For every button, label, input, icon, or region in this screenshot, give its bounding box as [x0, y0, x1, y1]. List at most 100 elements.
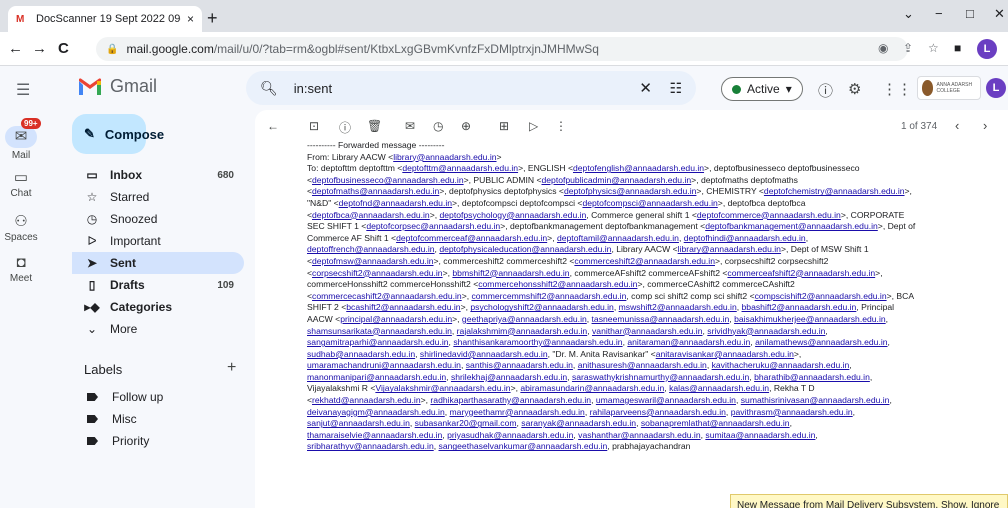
browser-profile-avatar[interactable]: L: [977, 39, 997, 59]
nav-item-categories[interactable]: ▸◆ Categories: [72, 296, 244, 318]
email-link[interactable]: anilamathews@annaadarsh.edu.in: [755, 337, 887, 347]
email-link[interactable]: deptofmaths@annaadarsh.edu.in: [312, 186, 439, 196]
more-options-icon[interactable]: ⋮: [555, 119, 567, 133]
email-link[interactable]: thamaraiselvie@annaadarsh.edu.in: [307, 430, 442, 440]
email-link[interactable]: mswshift2@annaadarsh.edu.in: [619, 302, 737, 312]
new-tab-button[interactable]: +: [207, 8, 218, 29]
back-arrow-icon[interactable]: ←: [8, 40, 23, 57]
email-link[interactable]: deptoffrench@annaadarsh.edu.in: [307, 244, 435, 254]
mark-unread-icon[interactable]: ✉: [405, 119, 415, 133]
email-link[interactable]: santhis@annaadarsh.edu.in: [466, 360, 573, 370]
label-item[interactable]: Follow up: [72, 386, 244, 408]
main-menu-icon[interactable]: ☰: [16, 80, 30, 100]
view-icon[interactable]: ◉: [878, 41, 888, 55]
email-link[interactable]: deptofnd@annaadarsh.edu.in: [339, 198, 452, 208]
forward-arrow-icon[interactable]: →: [32, 40, 47, 57]
browser-tab[interactable]: M DocScanner 19 Sept 2022 09-53 ×: [8, 6, 202, 32]
email-link[interactable]: anitaraman@annaadarsh.edu.in: [627, 337, 750, 347]
rail-item-spaces[interactable]: ⚇ Spaces: [0, 212, 42, 243]
email-link[interactable]: corpsecshift2@annaadarsh.edu.in: [312, 268, 443, 278]
newer-chevron-icon[interactable]: ‹: [955, 118, 959, 133]
back-to-list-icon[interactable]: ←: [267, 119, 279, 133]
email-link[interactable]: deptofpsychology@annaadarsh.edu.in: [440, 210, 587, 220]
search-bar[interactable]: 🔍︎ in:sent ✕ ☷: [246, 71, 696, 105]
search-icon[interactable]: 🔍︎: [260, 80, 278, 97]
email-link[interactable]: deptofbca@annaadarsh.edu.in: [312, 210, 430, 220]
email-link[interactable]: shanthisankaramoorthy@annaadarsh.edu.in: [453, 337, 622, 347]
older-chevron-icon[interactable]: ›: [983, 118, 987, 133]
email-link[interactable]: sumitaa@annaadarsh.edu.in: [705, 430, 815, 440]
apps-grid-icon[interactable]: ⋮⋮: [882, 80, 912, 98]
email-link[interactable]: radhikaparthasarathy@annaadarsh.edu.in: [430, 395, 591, 405]
email-link[interactable]: saranyak@annaadarsh.edu.in: [521, 418, 636, 428]
rail-item-mail[interactable]: ✉ 99+ Mail: [0, 118, 42, 161]
organization-badge[interactable]: ANNA ADARSH COLLEGE: [917, 76, 981, 100]
email-link[interactable]: marygeethamr@annaadarsh.edu.in: [450, 407, 585, 417]
email-link[interactable]: anithasuresh@annaadarsh.edu.in: [578, 360, 707, 370]
notification-toast[interactable]: New Message from Mail Delivery Subsystem…: [730, 494, 1008, 508]
email-link[interactable]: commerceshift2@annaadarsh.edu.in: [574, 256, 715, 266]
email-link[interactable]: deptofphysics@annaadarsh.edu.in: [564, 186, 696, 196]
email-link[interactable]: sribharathyv@annaadarsh.edu.in: [307, 441, 434, 451]
delete-icon[interactable]: 🗑︎: [367, 119, 382, 133]
email-link[interactable]: deptofcommerce@annaadarsh.edu.in: [697, 210, 841, 220]
email-link[interactable]: deptofcorpsec@annaadarsh.edu.in: [366, 221, 500, 231]
email-link[interactable]: deptofbankmanagement@annaadarsh.edu.in: [705, 221, 878, 231]
email-link[interactable]: psychologyshift2@annaadarsh.edu.in: [470, 302, 613, 312]
share-icon[interactable]: ⇪: [903, 41, 913, 55]
gmail-logo[interactable]: Gmail: [78, 76, 157, 97]
email-link[interactable]: deptofenglish@annaadarsh.edu.in: [573, 163, 704, 173]
compose-button[interactable]: ✎ Compose: [72, 114, 164, 154]
window-close-button[interactable]: ✕: [994, 6, 1005, 22]
bookmark-star-icon[interactable]: ☆: [928, 41, 939, 55]
nav-item-drafts[interactable]: ▯ Drafts 109: [72, 274, 244, 296]
email-link[interactable]: manonmanipari@annaadarsh.edu.in: [307, 372, 446, 382]
email-link[interactable]: sobanapremlathat@annaadarsh.edu.in: [641, 418, 790, 428]
address-bar[interactable]: 🔒 mail.google.com/mail/u/0/?tab=rm&ogbl#…: [96, 37, 908, 61]
email-link[interactable]: deivanayagigm@annaadarsh.edu.in: [307, 407, 445, 417]
email-link[interactable]: abiramasundarin@annaadarsh.edu.in: [520, 383, 664, 393]
email-link[interactable]: principal@annaadarsh.edu.in: [340, 314, 452, 324]
label-as-icon[interactable]: ▷: [529, 119, 538, 133]
email-link[interactable]: vanithar@annaadarsh.edu.in: [592, 326, 703, 336]
report-spam-icon[interactable]: ⓘ: [339, 119, 351, 136]
email-link[interactable]: rekhatd@annaadarsh.edu.in: [312, 395, 421, 405]
email-link[interactable]: sumathisrinivasan@annaadarsh.edu.in: [741, 395, 890, 405]
email-link[interactable]: commercemmshift2@annaadarsh.edu.in: [471, 291, 626, 301]
email-link[interactable]: sanjut@annaadarsh.edu.in: [307, 418, 410, 428]
label-item[interactable]: Priority: [72, 430, 244, 452]
email-link[interactable]: umaramachandruni@annaadarsh.edu.in: [307, 360, 461, 370]
email-link[interactable]: kalas@annaadarsh.edu.in: [669, 383, 769, 393]
email-link[interactable]: sangeethaselvankumar@annaadarsh.edu.in: [439, 441, 608, 451]
nav-item-sent[interactable]: ➤ Sent: [72, 252, 244, 274]
email-link[interactable]: vashanthar@annaadarsh.edu.in: [578, 430, 700, 440]
email-link[interactable]: deptofcompsci@annaadarsh.edu.in: [582, 198, 717, 208]
email-link[interactable]: commerceafshift2@annaadarsh.edu.in: [727, 268, 875, 278]
email-link[interactable]: deptofphysicaleducation@annaadarsh.edu.i…: [439, 244, 611, 254]
reload-icon[interactable]: C: [58, 40, 69, 57]
email-link[interactable]: deptofchemistry@annaadarsh.edu.in: [764, 186, 905, 196]
add-task-icon[interactable]: ⊕: [461, 119, 471, 133]
email-link[interactable]: priyasudhak@annaadarsh.edu.in: [447, 430, 573, 440]
window-maximize-button[interactable]: □: [966, 6, 974, 21]
sidepanel-icon[interactable]: ■: [954, 41, 961, 55]
label-item[interactable]: Misc: [72, 408, 244, 430]
email-link[interactable]: pavithrasm@annaadarsh.edu.in: [731, 407, 853, 417]
email-link[interactable]: baisakhimukherjee@annaadarsh.edu.in: [734, 314, 886, 324]
nav-item-more[interactable]: ⌄ More: [72, 318, 244, 340]
window-minimize-button[interactable]: −: [935, 6, 943, 21]
email-link[interactable]: rajalakshmim@annaadarsh.edu.in: [457, 326, 588, 336]
add-label-icon[interactable]: +: [227, 359, 236, 377]
email-link[interactable]: anitaravisankar@annaadarsh.edu.in: [656, 349, 794, 359]
nav-item-starred[interactable]: ☆ Starred: [72, 186, 244, 208]
email-link[interactable]: bbmshift2@annaadarsh.edu.in: [452, 268, 569, 278]
email-link[interactable]: bharathib@annaadarsh.edu.in: [754, 372, 870, 382]
nav-item-snoozed[interactable]: ◷ Snoozed: [72, 208, 244, 230]
move-to-icon[interactable]: ⊞: [499, 119, 509, 133]
email-link[interactable]: commercecashift2@annaadarsh.edu.in: [312, 291, 462, 301]
email-link[interactable]: bbashift2@annaadarsh.edu.in: [742, 302, 857, 312]
email-link[interactable]: deptofmsw@annaadarsh.edu.in: [312, 256, 433, 266]
email-link[interactable]: saraswathykrishnamurthy@annaadarsh.edu.i…: [572, 372, 749, 382]
email-link[interactable]: kavithacheruku@annaadarsh.edu.in: [712, 360, 850, 370]
settings-gear-icon[interactable]: ⚙: [848, 80, 861, 98]
